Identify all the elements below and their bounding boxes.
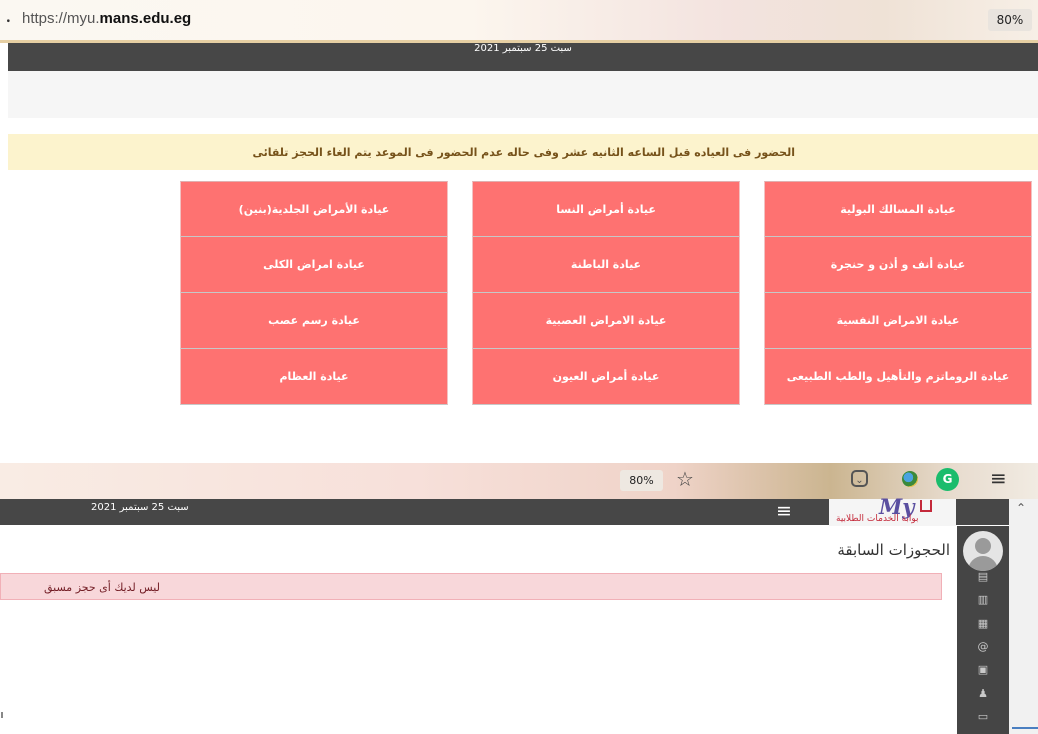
chart-icon[interactable]: ▥ xyxy=(975,593,991,606)
clinic-button[interactable]: عيادة المسالك البولية xyxy=(764,181,1032,237)
clinic-button[interactable]: عيادة الامراض النفسية xyxy=(764,293,1032,349)
star-icon[interactable]: ☆ xyxy=(676,467,694,491)
calendar-icon[interactable]: ▦ xyxy=(975,617,991,630)
scrollbar[interactable] xyxy=(1009,499,1038,734)
hamburger-icon[interactable]: ≡ xyxy=(776,500,792,522)
avatar[interactable] xyxy=(963,531,1003,571)
no-booking-alert: ليس لديك أى حجز مسبق xyxy=(0,573,942,600)
clinic-button[interactable]: عيادة الامراض العصبية xyxy=(472,293,740,349)
logo-mark-icon xyxy=(920,500,932,512)
url-domain: mans.edu.eg xyxy=(99,10,192,27)
attendance-notice: الحضور فى العياده قبل الساعه الثانيه عشر… xyxy=(8,134,1038,170)
user-settings-icon[interactable]: ♟ xyxy=(975,687,991,700)
clinic-button[interactable]: عيادة أمراض النسا xyxy=(472,181,740,237)
clinic-button[interactable]: عيادة العظام xyxy=(180,349,448,405)
clinic-button[interactable]: عيادة الروماتزم والتأهيل والطب الطبيعى xyxy=(764,349,1032,405)
zoom-level-badge[interactable]: 80% xyxy=(988,9,1032,31)
logo-subtitle: بوابة الخدمات الطلابية xyxy=(836,514,919,524)
menu-icon[interactable]: ≡ xyxy=(990,466,1007,490)
clinic-button[interactable]: عيادة الأمراض الجلدية(بنين) xyxy=(180,181,448,237)
url-text[interactable]: https://myu.mans.edu.eg xyxy=(22,10,191,27)
portal-logo[interactable]: My بوابة الخدمات الطلابية xyxy=(829,494,956,526)
date-text: سبت 25 سبتمبر 2021 xyxy=(474,43,572,54)
card-icon[interactable]: ▤ xyxy=(975,570,991,583)
id-card-icon[interactable]: ▭ xyxy=(975,710,991,723)
clinic-button[interactable]: عيادة الباطنة xyxy=(472,237,740,293)
attendance-notice-text: الحضور فى العياده قبل الساعه الثانيه عشر… xyxy=(252,146,795,159)
no-booking-message: ليس لديك أى حجز مسبق xyxy=(44,581,160,594)
sidebar: ▤ ▥ ▦ @ ▣ ♟ ▭ xyxy=(957,526,1009,734)
clinic-column-2: عيادة أمراض النسا عيادة الباطنة عيادة ال… xyxy=(472,181,740,405)
url-prefix: https://myu. xyxy=(22,10,100,27)
extension-icon[interactable] xyxy=(902,471,918,487)
content-spacer xyxy=(8,71,1038,118)
scrollbar-edge xyxy=(1012,727,1038,729)
page-title: الحجوزات السابقة xyxy=(837,541,950,559)
clinic-button[interactable]: عيادة أمراض العيون xyxy=(472,349,740,405)
clinic-button[interactable]: عيادة رسم عصب xyxy=(180,293,448,349)
url-prefix-char: ꞏ xyxy=(6,12,11,30)
date-bar: سبت 25 سبتمبر 2021 xyxy=(8,43,1038,71)
clinic-button[interactable]: عيادة أنف و أذن و حنجرة xyxy=(764,237,1032,293)
scroll-up-arrow-icon[interactable]: ⌃ xyxy=(1016,501,1026,515)
at-icon[interactable]: @ xyxy=(975,640,991,653)
avatar-head xyxy=(975,538,991,554)
grammarly-icon[interactable]: G xyxy=(936,468,959,491)
pocket-icon[interactable]: ⌄ xyxy=(851,470,868,487)
video-icon[interactable]: ▣ xyxy=(975,663,991,676)
zoom-level-badge[interactable]: 80% xyxy=(620,470,663,491)
clinic-button[interactable]: عيادة امراض الكلى xyxy=(180,237,448,293)
clinic-column-1: عيادة المسالك البولية عيادة أنف و أذن و … xyxy=(764,181,1032,405)
avatar-body xyxy=(968,556,998,571)
clinic-column-3: عيادة الأمراض الجلدية(بنين) عيادة امراض … xyxy=(180,181,448,405)
divider xyxy=(1,712,3,718)
date-text: سبت 25 سبتمبر 2021 xyxy=(91,502,189,513)
